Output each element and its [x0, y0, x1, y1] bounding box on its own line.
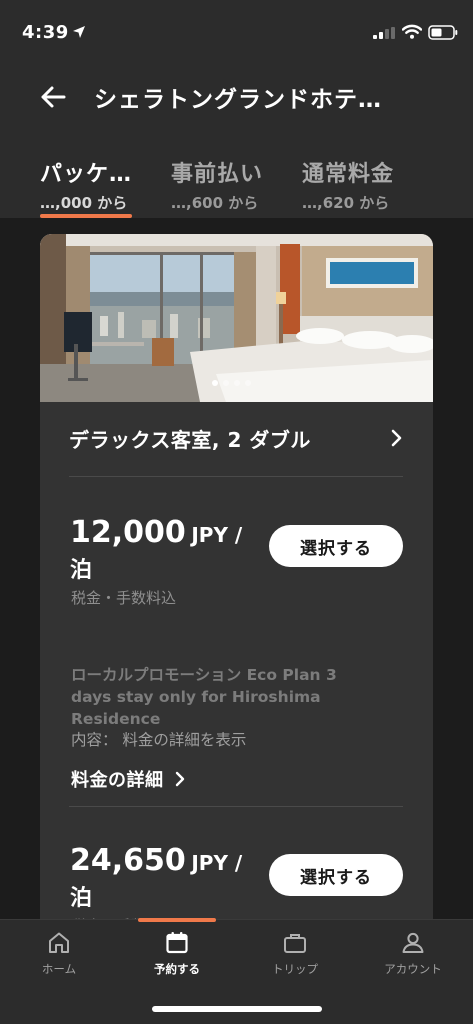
rate-price: 12,000 JPY / 泊 — [70, 516, 242, 588]
price-per-night: 泊 — [70, 558, 93, 583]
status-time: 4:39 — [22, 22, 69, 43]
tab-price-from: …,000 から — [40, 194, 128, 212]
page-title: シェラトングランドホテ… — [94, 87, 382, 113]
active-tab-indicator — [40, 214, 132, 218]
status-bar: 4:39 — [0, 0, 473, 64]
rate-details-label: 料金の詳細 — [71, 770, 164, 791]
chevron-right-icon — [175, 771, 184, 787]
nav-label: アカウント — [384, 962, 442, 976]
tab-label: 通常料金 — [302, 162, 395, 187]
wifi-icon — [402, 24, 422, 39]
divider — [69, 806, 403, 807]
battery-icon — [428, 25, 458, 40]
nav-home[interactable]: ホーム — [9, 930, 109, 977]
tab-standard-rate[interactable]: 通常料金 …,620 から — [302, 156, 394, 218]
tab-label: 事前払い — [171, 162, 264, 187]
image-pager-dots[interactable] — [212, 380, 251, 386]
cellular-signal-icon — [373, 27, 395, 39]
calendar-icon — [166, 932, 188, 954]
nav-trips[interactable]: トリップ — [245, 930, 345, 977]
room-details-row[interactable]: デラックス客室, 2 ダブル — [40, 402, 433, 476]
person-icon — [402, 932, 424, 953]
location-arrow-icon — [73, 26, 85, 38]
tax-note: 税金・手数料込 — [71, 589, 177, 607]
pager-dot — [223, 380, 229, 386]
nav-book[interactable]: 予約する — [127, 930, 227, 977]
pager-dot — [245, 380, 251, 386]
pager-dot — [212, 380, 218, 386]
select-rate-button[interactable]: 選択する — [269, 525, 403, 567]
plan-content: 内容： 料金の詳細を表示 — [71, 731, 247, 749]
nav-label: トリップ — [272, 962, 318, 976]
tab-package[interactable]: パッケ… …,000 から — [40, 156, 132, 218]
rate-price: 24,650 JPY / 泊 — [70, 844, 242, 916]
tab-label: パッケ… — [40, 162, 133, 187]
tab-price-from: …,620 から — [302, 194, 390, 212]
chevron-right-icon — [391, 429, 402, 447]
pager-dot — [234, 380, 240, 386]
nav-label: ホーム — [41, 962, 77, 976]
tab-prepaid[interactable]: 事前払い …,600 から — [171, 156, 263, 218]
app-header-area: 4:39 シェラトングランドホテ… パッケ… …,000 から 事前払い …,6 — [0, 0, 473, 218]
suitcase-icon — [284, 934, 306, 953]
active-nav-indicator — [138, 918, 216, 922]
select-rate-button[interactable]: 選択する — [269, 854, 403, 896]
divider — [69, 476, 403, 477]
nav-account[interactable]: アカウント — [363, 930, 463, 977]
room-photo[interactable] — [40, 234, 433, 402]
rate-details-link[interactable]: 料金の詳細 — [71, 766, 186, 792]
price-amount: 12,000 — [70, 515, 186, 550]
price-unit: JPY / — [191, 523, 243, 547]
home-indicator[interactable] — [152, 1006, 322, 1012]
nav-label: 予約する — [154, 962, 200, 976]
back-arrow-icon — [41, 86, 66, 108]
price-per-night: 泊 — [70, 886, 93, 911]
price-amount: 24,650 — [70, 843, 186, 878]
plan-name: ローカルプロモーション Eco Plan 3 days stay only fo… — [71, 666, 337, 728]
room-name: デラックス客室, 2 ダブル — [69, 428, 311, 452]
tab-price-from: …,600 から — [171, 194, 259, 212]
price-unit: JPY / — [191, 851, 243, 875]
back-button[interactable] — [34, 80, 72, 114]
home-icon — [49, 932, 69, 953]
room-rate-card: デラックス客室, 2 ダブル 12,000 JPY / 泊 税金・手数料込 選択… — [40, 234, 433, 934]
